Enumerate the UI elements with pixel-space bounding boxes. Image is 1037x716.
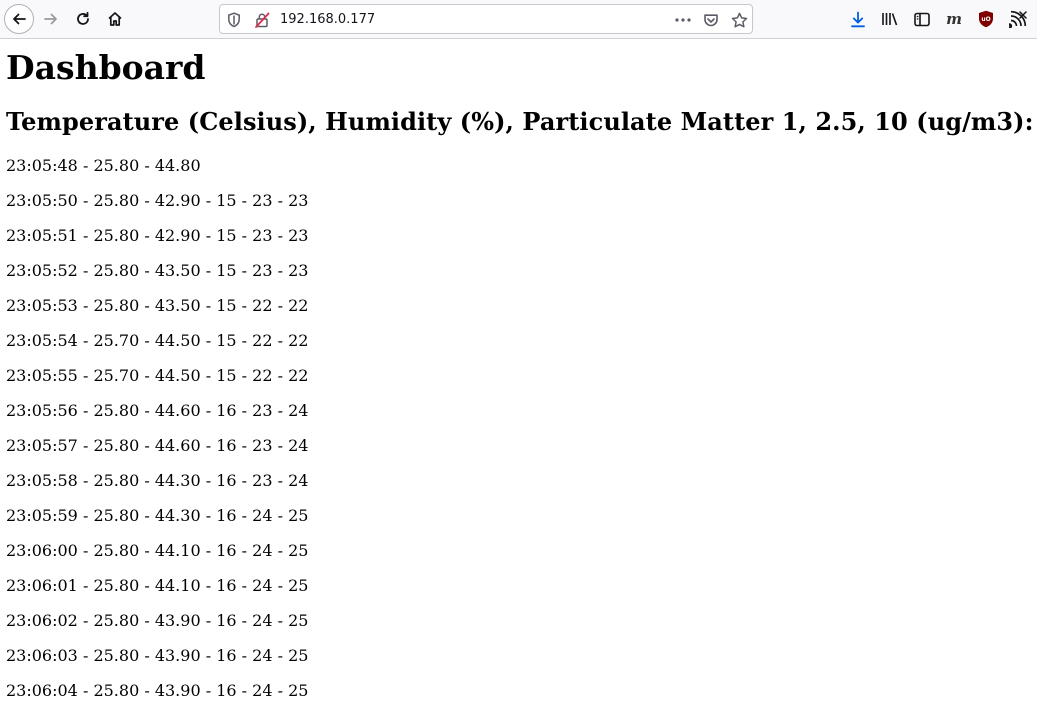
back-button[interactable] [4, 4, 34, 34]
arrow-right-icon [44, 13, 57, 25]
arrow-left-icon [13, 13, 26, 25]
star-icon[interactable] [730, 11, 748, 29]
pocket-icon[interactable] [702, 11, 720, 29]
browser-toolbar: 192.168.0.177 m uO [0, 0, 1037, 39]
home-icon [108, 12, 122, 26]
reading-line: 23:05:55 - 25.70 - 44.50 - 15 - 22 - 22 [6, 366, 309, 385]
reading-line: 23:06:04 - 25.80 - 43.90 - 16 - 24 - 25 [6, 681, 309, 700]
url-text[interactable]: 192.168.0.177 [280, 11, 375, 28]
reload-icon [77, 11, 89, 25]
more-actions-icon[interactable] [674, 11, 692, 29]
home-button[interactable] [100, 4, 130, 34]
shield-icon[interactable] [225, 11, 243, 29]
reading-line: 23:05:53 - 25.80 - 43.50 - 15 - 22 - 22 [6, 296, 309, 315]
reload-button[interactable] [68, 4, 98, 34]
reading-line: 23:06:03 - 25.80 - 43.90 - 16 - 24 - 25 [6, 646, 309, 665]
reading-line: 23:05:52 - 25.80 - 43.50 - 15 - 23 - 23 [6, 261, 309, 280]
reading-line: 23:05:57 - 25.80 - 44.60 - 16 - 23 - 24 [6, 436, 309, 455]
page-subtitle: Temperature (Celsius), Humidity (%), Par… [6, 107, 1034, 136]
library-icon[interactable] [880, 9, 900, 29]
extension-m-icon[interactable]: m [944, 9, 964, 29]
reading-line: 23:05:51 - 25.80 - 42.90 - 15 - 23 - 23 [6, 226, 309, 245]
reading-line: 23:05:56 - 25.80 - 44.60 - 16 - 23 - 24 [6, 401, 309, 420]
reading-line: 23:05:50 - 25.80 - 42.90 - 15 - 23 - 23 [6, 191, 309, 210]
reading-line: 23:05:59 - 25.80 - 44.30 - 16 - 24 - 25 [6, 506, 309, 525]
reading-line: 23:06:02 - 25.80 - 43.90 - 16 - 24 - 25 [6, 611, 309, 630]
readings-list: 23:05:48 - 25.80 - 44.80 23:05:50 - 25.80… [6, 156, 308, 716]
download-icon[interactable] [848, 9, 868, 29]
reading-line: 23:05:48 - 25.80 - 44.80 [6, 156, 201, 175]
page-title: Dashboard [6, 48, 206, 87]
ublock-origin-icon[interactable]: uO [976, 9, 996, 29]
url-bar[interactable]: 192.168.0.177 [219, 4, 753, 34]
reading-line: 23:05:54 - 25.70 - 44.50 - 15 - 22 - 22 [6, 331, 309, 350]
reading-line: 23:05:58 - 25.80 - 44.30 - 16 - 23 - 24 [6, 471, 309, 490]
reading-line: 23:06:00 - 25.80 - 44.10 - 16 - 24 - 25 [6, 541, 309, 560]
sidebar-icon[interactable] [912, 9, 932, 29]
insecure-connection-icon[interactable] [253, 11, 271, 29]
forward-button[interactable] [36, 4, 66, 34]
signal-icon[interactable] [1008, 9, 1028, 29]
svg-text:uO: uO [981, 16, 990, 23]
reading-line: 23:06:01 - 25.80 - 44.10 - 16 - 24 - 25 [6, 576, 309, 595]
